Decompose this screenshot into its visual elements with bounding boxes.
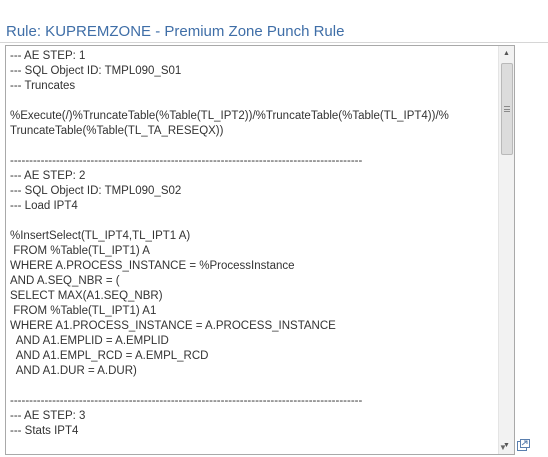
scroll-up-icon[interactable]: ▲ xyxy=(499,46,514,62)
page-title: Rule: KUPREMZONE - Premium Zone Punch Ru… xyxy=(6,23,345,40)
resize-down-icon[interactable]: ▼ xyxy=(497,442,509,454)
vertical-scrollbar[interactable]: ▲ ▼ xyxy=(498,46,514,454)
title-divider xyxy=(0,42,548,43)
scrollbar-grip-icon xyxy=(504,106,510,112)
sql-text-content[interactable]: --- AE STEP: 1 --- SQL Object ID: TMPL09… xyxy=(10,49,498,439)
expand-window-icon[interactable] xyxy=(517,439,530,451)
sql-text-area[interactable]: --- AE STEP: 1 --- SQL Object ID: TMPL09… xyxy=(5,45,515,455)
scrollbar-thumb[interactable] xyxy=(501,63,513,155)
